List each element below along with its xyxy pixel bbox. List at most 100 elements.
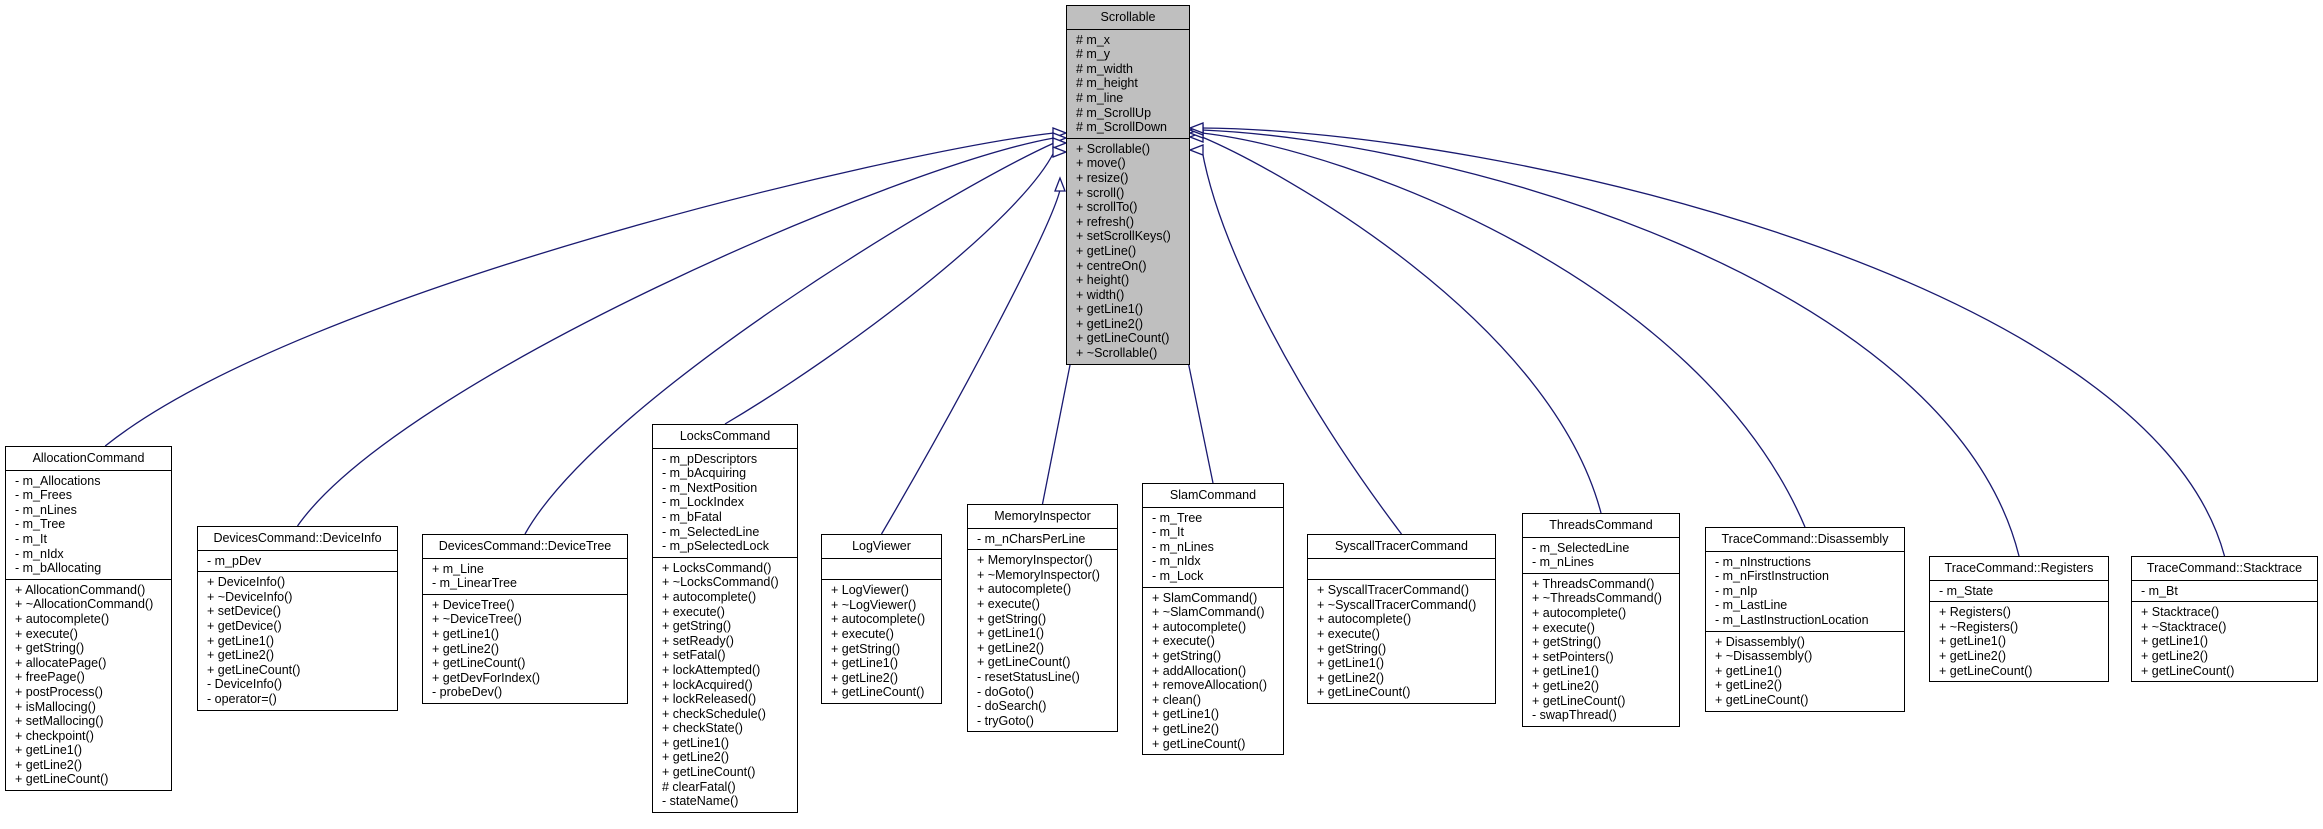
class-box-syscall-tracer-command[interactable]: SyscallTracerCommand + SyscallTracerComm… <box>1307 534 1496 704</box>
class-attribute: - m_Lock <box>1152 568 1204 583</box>
class-method: + ThreadsCommand() <box>1532 576 1655 591</box>
class-methods: + SyscallTracerCommand() + ~SyscallTracer… <box>1308 580 1495 703</box>
class-method: + ~Disassembly() <box>1715 649 1813 664</box>
class-method: + autocomplete() <box>662 589 757 604</box>
class-method: + centreOn() <box>1076 258 1147 273</box>
class-attribute: - m_NextPosition <box>662 480 758 495</box>
class-attribute: # m_ScrollDown <box>1076 120 1168 135</box>
class-methods: + SlamCommand() + ~SlamCommand() + autocom… <box>1143 588 1283 755</box>
class-method: + getLineCount() <box>1076 331 1170 346</box>
class-attributes <box>1308 559 1495 581</box>
class-box-locks-command[interactable]: LocksCommand - m_pDescriptors - m_bAcquir… <box>652 424 798 813</box>
class-attributes: - m_Tree - m_It - m_nLines - m_nIdx - m_Lock <box>1143 508 1283 588</box>
class-name: Scrollable <box>1067 6 1189 30</box>
class-method: + lockAcquired() <box>662 677 753 692</box>
class-method: + checkState() <box>662 721 743 736</box>
class-attribute: - m_It <box>15 531 47 546</box>
class-methods: + AllocationCommand() + ~AllocationComman… <box>6 580 171 790</box>
class-method: + getLine1() <box>1076 302 1144 317</box>
class-methods: + LogViewer() + ~LogViewer() + autocomplet… <box>822 580 941 703</box>
class-attribute: - m_pSelectedLock <box>662 539 770 554</box>
class-method: + setDevice() <box>207 604 281 619</box>
class-method: + checkSchedule() <box>662 706 766 721</box>
class-name: SyscallTracerCommand <box>1308 535 1495 559</box>
class-method: + getLine2() <box>432 641 500 656</box>
class-method: + ~DeviceTree() <box>432 612 522 627</box>
class-box-slam-command[interactable]: SlamCommand - m_Tree - m_It - m_nLines - m_… <box>1142 483 1284 756</box>
class-box-scrollable[interactable]: Scrollable # m_x # m_y # m_width # m_height… <box>1066 5 1190 365</box>
class-method: + Registers() <box>1939 605 2011 620</box>
class-method: + ~Registers() <box>1939 619 2019 634</box>
class-box-memory-inspector[interactable]: MemoryInspector - m_nCharsPerLine + Memo… <box>967 504 1118 733</box>
class-name: ThreadsCommand <box>1523 514 1679 538</box>
class-attribute: - m_nLines <box>15 502 77 517</box>
class-method: + ~ThreadsCommand() <box>1532 591 1662 606</box>
class-method: - resetStatusLine() <box>977 669 1080 684</box>
class-method: + Stacktrace() <box>2141 605 2220 620</box>
class-method: + getString() <box>1152 648 1222 663</box>
class-attribute: - m_SelectedLine <box>1532 540 1630 555</box>
class-methods: + Scrollable() + move() + resize() + scroll… <box>1067 139 1189 364</box>
class-attributes: - m_Bt <box>2132 581 2317 603</box>
inheritance-edge <box>1201 149 1403 535</box>
class-methods: + Stacktrace() + ~Stacktrace() + getLine1(… <box>2132 602 2317 681</box>
class-method: - DeviceInfo() <box>207 677 283 692</box>
class-method: + getLine2() <box>15 757 83 772</box>
class-box-trace-stacktrace[interactable]: TraceCommand::Stacktrace - m_Bt + Stackt… <box>2131 556 2318 683</box>
class-method: + ~AllocationCommand() <box>15 597 154 612</box>
class-box-threads-command[interactable]: ThreadsCommand - m_SelectedLine - m_nLine… <box>1522 513 1680 727</box>
class-method: + resize() <box>1076 170 1129 185</box>
class-method: + getLine1() <box>1532 664 1600 679</box>
class-box-log-viewer[interactable]: LogViewer + LogViewer() + ~LogViewer() + a… <box>821 534 942 704</box>
class-method: + getString() <box>977 611 1047 626</box>
class-attribute: - m_nIp <box>1715 583 1758 598</box>
class-attributes: - m_Allocations - m_Frees - m_nLines - m_Tr… <box>6 471 171 580</box>
class-method: + getLine() <box>1076 243 1137 258</box>
class-method: + getLine2() <box>1939 648 2007 663</box>
class-method: # clearFatal() <box>662 779 736 794</box>
class-attribute: - m_LinearTree <box>432 576 517 591</box>
inheritance-arrowhead-icon <box>1052 146 1068 158</box>
class-methods: + LocksCommand() + ~LocksCommand() + autoc… <box>653 558 797 812</box>
class-attributes: - m_nCharsPerLine <box>968 529 1117 551</box>
class-method: + ~Scrollable() <box>1076 346 1158 361</box>
class-method: + getLineCount() <box>15 772 109 787</box>
class-attributes: - m_State <box>1930 581 2108 603</box>
class-method: + setPointers() <box>1532 649 1614 664</box>
class-methods: + Disassembly() + ~Disassembly() + getLine… <box>1706 632 1904 711</box>
class-method: + getLineCount() <box>1715 692 1809 707</box>
class-method: + SyscallTracerCommand() <box>1317 583 1470 598</box>
class-box-allocation-command[interactable]: AllocationCommand - m_Allocations - m_Fre… <box>5 446 172 792</box>
class-attribute: - m_Allocations <box>15 473 101 488</box>
class-name: SlamCommand <box>1143 484 1283 508</box>
class-method: + LocksCommand() <box>662 560 772 575</box>
class-attributes <box>822 559 941 581</box>
class-methods: + MemoryInspector() + ~MemoryInspector() +… <box>968 550 1117 731</box>
class-method: + setReady() <box>662 633 734 648</box>
class-method: + LogViewer() <box>831 583 909 598</box>
class-box-trace-disassembly[interactable]: TraceCommand::Disassembly - m_nInstructi… <box>1705 527 1905 712</box>
class-name: LogViewer <box>822 535 941 559</box>
class-attribute: - m_Tree <box>15 517 66 532</box>
class-attributes: - m_nInstructions - m_nFirstInstruction - … <box>1706 552 1904 632</box>
class-box-trace-registers[interactable]: TraceCommand::Registers - m_State + Regi… <box>1929 556 2109 683</box>
class-method: + ~SyscallTracerCommand() <box>1317 597 1477 612</box>
class-method: + getLine2() <box>831 670 899 685</box>
inheritance-edge <box>1201 127 2226 557</box>
class-method: + getLineCount() <box>1152 736 1246 751</box>
class-method: + getDevForIndex() <box>432 670 541 685</box>
class-attribute: - m_bAcquiring <box>662 466 747 481</box>
class-box-device-tree[interactable]: DevicesCommand::DeviceTree + m_Line - m_L… <box>422 534 628 704</box>
class-method: + setScrollKeys() <box>1076 229 1171 244</box>
class-box-device-info[interactable]: DevicesCommand::DeviceInfo - m_pDev + De… <box>197 526 398 711</box>
class-method: + getLineCount() <box>1532 693 1626 708</box>
class-method: + getLineCount() <box>2141 663 2235 678</box>
class-method: + removeAllocation() <box>1152 678 1267 693</box>
class-method: + setMallocing() <box>15 714 104 729</box>
class-method: + execute() <box>977 596 1040 611</box>
class-method: + getLine2() <box>2141 648 2209 663</box>
class-method: + lockAttempted() <box>662 662 761 677</box>
class-method: + execute() <box>1152 634 1215 649</box>
inheritance-edge <box>880 189 1061 535</box>
class-attributes: - m_SelectedLine - m_nLines <box>1523 538 1679 574</box>
